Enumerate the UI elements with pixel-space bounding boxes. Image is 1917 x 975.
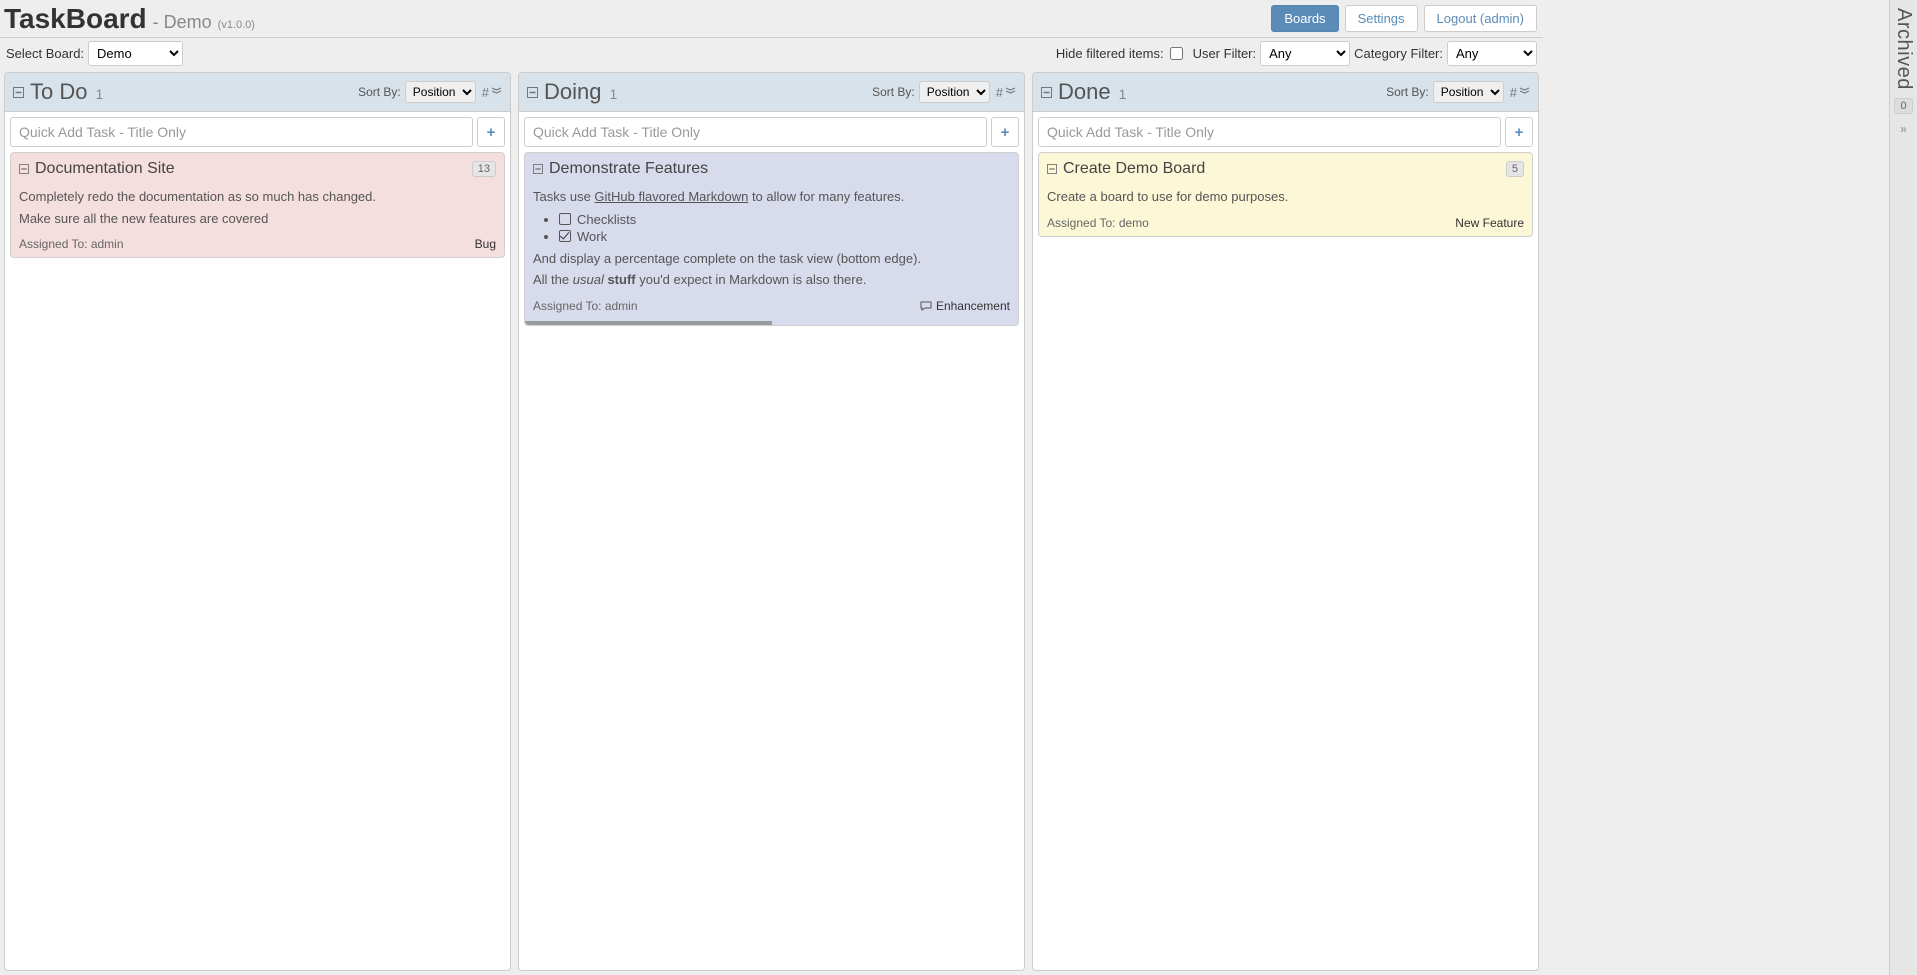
- app-title: TaskBoard: [4, 5, 147, 33]
- assigned-to: Assigned To: admin: [19, 237, 124, 251]
- chevron-down-icon[interactable]: [1005, 85, 1016, 100]
- points-badge: 5: [1506, 161, 1524, 177]
- hash-icon[interactable]: #: [996, 85, 1003, 100]
- column-title: Doing: [544, 79, 601, 105]
- card-body: Create a board to use for demo purposes.: [1047, 184, 1524, 210]
- app-version: (v1.0.0): [218, 19, 255, 31]
- category-tag: Bug: [475, 237, 496, 251]
- category-filter-dropdown[interactable]: Any: [1447, 41, 1537, 66]
- column-count: 1: [1119, 86, 1127, 102]
- sort-dropdown[interactable]: Position: [919, 81, 990, 103]
- category-tag: New Feature: [1455, 216, 1524, 230]
- checklist-item: Work: [559, 229, 1010, 244]
- task-card[interactable]: Documentation Site 13 Completely redo th…: [10, 152, 505, 258]
- checkbox-unchecked-icon: [559, 213, 571, 225]
- sort-dropdown[interactable]: Position: [405, 81, 476, 103]
- collapse-icon[interactable]: [527, 87, 538, 98]
- hash-icon[interactable]: #: [1510, 85, 1517, 100]
- sort-label: Sort By:: [872, 85, 915, 99]
- card-title: Create Demo Board: [1063, 160, 1205, 178]
- user-filter-dropdown[interactable]: Any: [1260, 41, 1350, 66]
- task-card[interactable]: Demonstrate Features Tasks use GitHub fl…: [524, 152, 1019, 326]
- checklist-item: Checklists: [559, 212, 1010, 227]
- navbar: TaskBoard - Demo (v1.0.0) Boards Setting…: [0, 0, 1543, 38]
- comment-icon: [920, 301, 932, 311]
- chevron-right-icon[interactable]: »: [1900, 122, 1907, 136]
- assigned-to: Assigned To: admin: [533, 299, 638, 313]
- quick-add-button[interactable]: +: [1505, 117, 1533, 147]
- archived-sidebar[interactable]: Archived 0 »: [1889, 0, 1917, 975]
- category-filter-label: Category Filter:: [1354, 46, 1443, 61]
- hash-icon[interactable]: #: [482, 85, 489, 100]
- card-title: Demonstrate Features: [549, 160, 708, 178]
- column-todo: To Do 1 Sort By: Position # +: [4, 72, 511, 971]
- column-done: Done 1 Sort By: Position # +: [1032, 72, 1539, 971]
- hide-filtered-label: Hide filtered items:: [1056, 46, 1164, 61]
- column-title: To Do: [30, 79, 87, 105]
- column-header: To Do 1 Sort By: Position #: [5, 73, 510, 112]
- archived-label: Archived: [1892, 8, 1915, 90]
- assigned-to: Assigned To: demo: [1047, 216, 1149, 230]
- archived-count-badge: 0: [1894, 98, 1912, 114]
- column-title: Done: [1058, 79, 1111, 105]
- collapse-icon[interactable]: [1047, 164, 1057, 174]
- markdown-link[interactable]: GitHub flavored Markdown: [594, 189, 748, 204]
- quick-add-input[interactable]: [524, 117, 987, 147]
- card-body: Tasks use GitHub flavored Markdown to al…: [533, 184, 1010, 293]
- nav-logout-button[interactable]: Logout (admin): [1424, 5, 1537, 32]
- board-name: - Demo: [153, 12, 212, 33]
- sort-dropdown[interactable]: Position: [1433, 81, 1504, 103]
- progress-bar: [525, 321, 1018, 325]
- chevron-down-icon[interactable]: [1519, 85, 1530, 100]
- select-board-label: Select Board:: [6, 46, 84, 61]
- brand: TaskBoard - Demo (v1.0.0): [4, 5, 255, 33]
- points-badge: 13: [472, 161, 496, 177]
- quick-add-input[interactable]: [10, 117, 473, 147]
- select-board-dropdown[interactable]: Demo: [88, 41, 183, 66]
- task-card[interactable]: Create Demo Board 5 Create a board to us…: [1038, 152, 1533, 237]
- column-doing: Doing 1 Sort By: Position # +: [518, 72, 1025, 971]
- hide-filtered-checkbox[interactable]: [1170, 47, 1183, 60]
- quick-add-button[interactable]: +: [477, 117, 505, 147]
- nav-settings-button[interactable]: Settings: [1345, 5, 1418, 32]
- sort-label: Sort By:: [1386, 85, 1429, 99]
- chevron-down-icon[interactable]: [491, 85, 502, 100]
- collapse-icon[interactable]: [533, 164, 543, 174]
- category-tag: Enhancement: [920, 299, 1010, 313]
- checkbox-checked-icon: [559, 230, 571, 242]
- collapse-icon[interactable]: [1041, 87, 1052, 98]
- nav-boards-button[interactable]: Boards: [1271, 5, 1338, 32]
- board: To Do 1 Sort By: Position # +: [0, 68, 1543, 975]
- collapse-icon[interactable]: [13, 87, 24, 98]
- card-body: Completely redo the documentation as so …: [19, 184, 496, 231]
- quick-add-button[interactable]: +: [991, 117, 1019, 147]
- filter-bar: Select Board: Demo Hide filtered items: …: [0, 38, 1543, 68]
- column-count: 1: [95, 86, 103, 102]
- card-title: Documentation Site: [35, 160, 175, 178]
- user-filter-label: User Filter:: [1193, 46, 1257, 61]
- column-count: 1: [609, 86, 617, 102]
- quick-add-input[interactable]: [1038, 117, 1501, 147]
- column-header: Doing 1 Sort By: Position #: [519, 73, 1024, 112]
- collapse-icon[interactable]: [19, 164, 29, 174]
- column-header: Done 1 Sort By: Position #: [1033, 73, 1538, 112]
- sort-label: Sort By:: [358, 85, 401, 99]
